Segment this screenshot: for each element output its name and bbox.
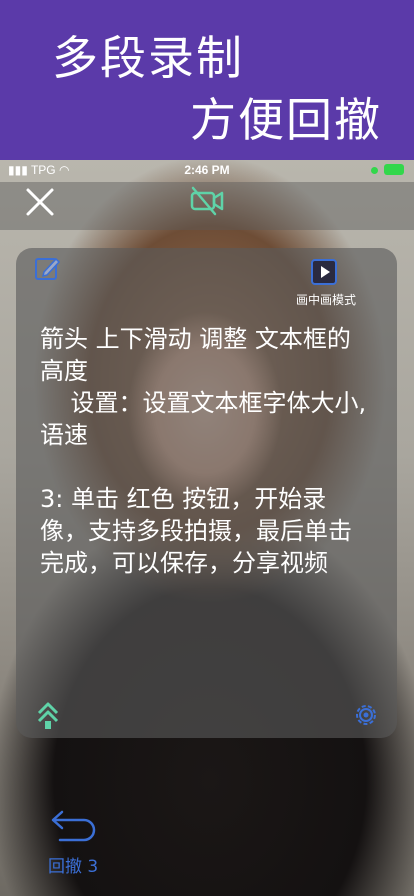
double-chevron-up-icon: [37, 702, 59, 729]
play-square-icon: [311, 259, 337, 285]
status-bar: ▮▮▮ TPG ◠ 2:46 PM: [0, 160, 414, 182]
status-time: 2:46 PM: [184, 163, 230, 177]
banner-line-1: 多段录制: [52, 31, 244, 85]
gear-icon: [356, 705, 376, 725]
video-off-icon: [190, 186, 224, 216]
pip-label[interactable]: 画中画模式: [280, 291, 372, 308]
settings-button[interactable]: [351, 700, 381, 730]
battery-icon: [384, 164, 404, 175]
camera-toggle-button[interactable]: [189, 186, 225, 216]
resize-up-button[interactable]: [36, 700, 60, 730]
edit-button[interactable]: [34, 255, 62, 283]
banner-line-2: 方便回撤: [190, 93, 382, 147]
undo-label[interactable]: 回撤 3: [48, 852, 98, 877]
close-icon: [26, 188, 54, 216]
close-button[interactable]: [22, 184, 58, 220]
edit-icon: [35, 257, 61, 280]
script-text[interactable]: 箭头 上下滑动 调整 文本框的高度 设置：设置文本框字体大小, 语速 3: 单击…: [40, 323, 370, 579]
undo-arrow-icon: [51, 810, 96, 842]
pip-button[interactable]: [310, 258, 338, 286]
mic-indicator-icon: [371, 167, 378, 174]
promo-banner: 多段录制 方便回撤: [0, 0, 414, 160]
undo-button[interactable]: [50, 808, 98, 844]
